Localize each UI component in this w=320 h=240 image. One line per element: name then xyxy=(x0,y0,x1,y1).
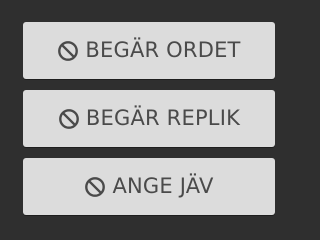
block-icon xyxy=(58,108,80,130)
request-reply-label: BEGÄR REPLIK xyxy=(85,106,241,130)
declare-conflict-button[interactable]: ANGE JÄV xyxy=(23,158,275,215)
block-icon xyxy=(57,40,79,62)
declare-conflict-label: ANGE JÄV xyxy=(112,174,214,198)
request-floor-label: BEGÄR ORDET xyxy=(85,38,241,62)
block-icon xyxy=(84,176,106,198)
request-reply-button[interactable]: BEGÄR REPLIK xyxy=(23,90,275,147)
request-floor-button[interactable]: BEGÄR ORDET xyxy=(23,22,275,79)
